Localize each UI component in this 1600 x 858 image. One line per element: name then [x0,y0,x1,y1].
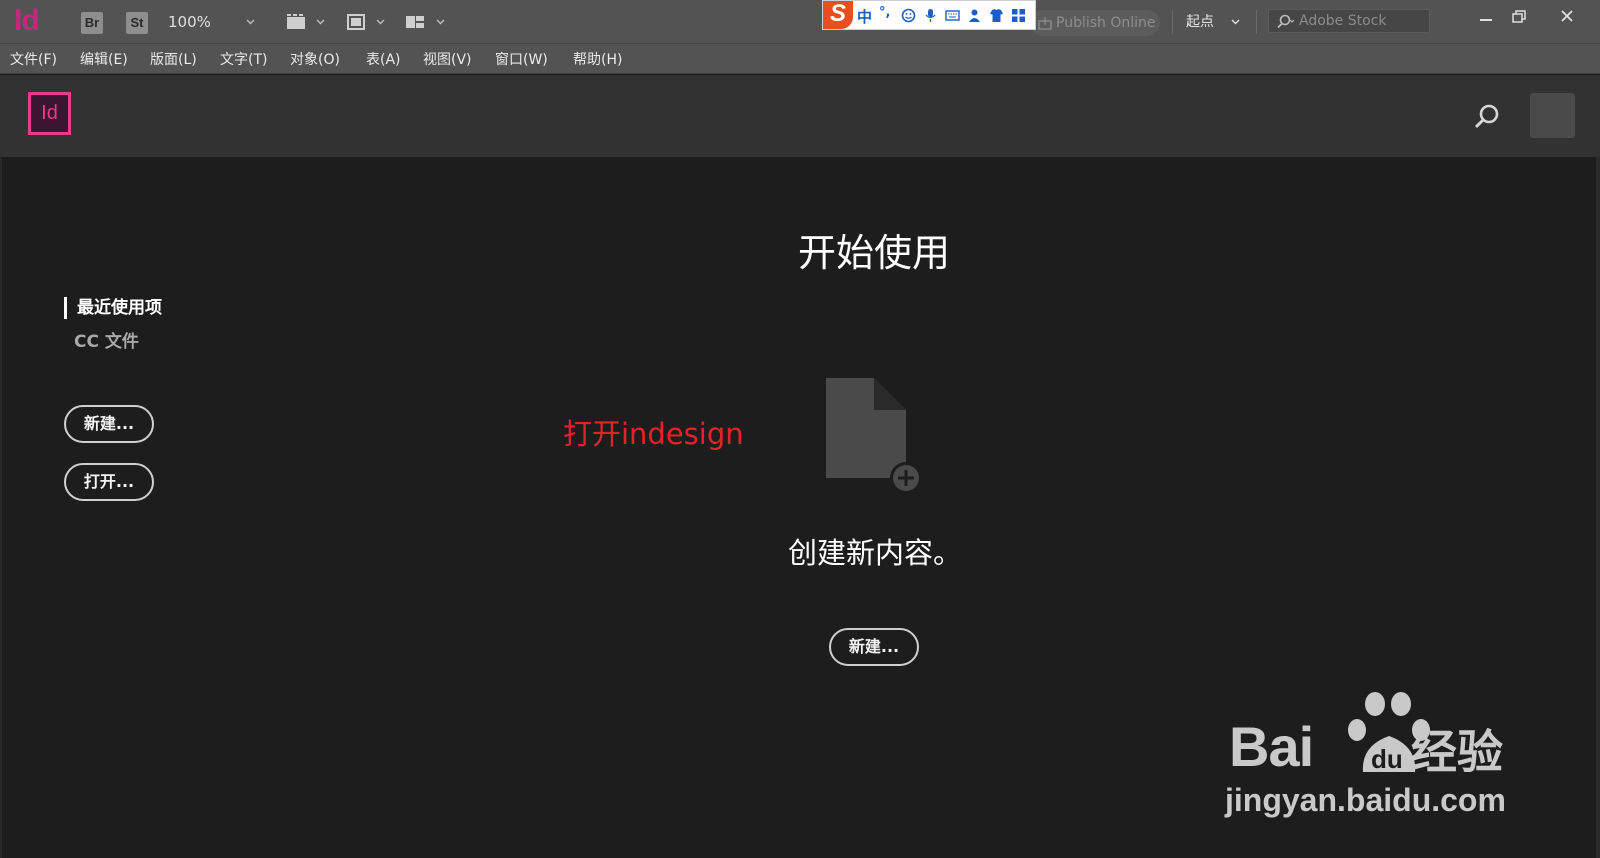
bridge-button[interactable]: Br [81,12,103,34]
zoom-level[interactable]: 100% [168,13,211,31]
close-icon[interactable] [1554,6,1580,28]
ime-chinese-mode[interactable]: 中 [857,6,872,27]
publish-icon [1038,17,1052,30]
ime-toolbox-icon[interactable] [1011,8,1026,23]
menu-view[interactable]: 视图(V) [423,49,472,69]
stock-app-button[interactable]: St [126,12,148,34]
sogou-logo[interactable]: S [823,1,853,29]
menu-edit[interactable]: 编辑(E) [80,49,128,69]
appbar-divider [1256,10,1257,34]
menu-layout[interactable]: 版面(L) [150,49,197,69]
workspace-chevron-down-icon[interactable] [1231,17,1240,26]
nav-cc-files[interactable]: CC 文件 [74,327,139,352]
user-avatar[interactable] [1530,93,1575,138]
window-edge [0,157,2,858]
ime-user-icon[interactable] [967,8,982,23]
menu-bar: 文件(F) 编辑(E) 版面(L) 文字(T) 对象(O) 表(A) 视图(V)… [0,44,1600,74]
indesign-badge: Id [28,92,71,135]
screen-mode-chevron-down-icon[interactable] [376,17,385,26]
screen-mode-icon[interactable] [346,14,366,30]
page-title: 开始使用 [797,231,950,275]
search-icon[interactable] [1470,100,1504,134]
window-edge [1596,157,1600,858]
workspace-switcher[interactable]: 起点 [1186,11,1214,31]
arrange-documents-icon[interactable] [405,14,425,30]
center-new-button[interactable]: 新建... [829,628,919,666]
publish-online-button[interactable]: Publish Online [1030,10,1160,36]
menu-file[interactable]: 文件(F) [10,49,57,69]
baidu-jingyan-watermark: du Bai 经验 jingyan.baidu.com [1225,690,1545,830]
paw-text: du [1371,744,1403,774]
menu-type[interactable]: 文字(T) [220,49,267,69]
annotation-label: 打开indesign [563,417,744,451]
open-document-button[interactable]: 打开... [64,463,154,501]
ime-keyboard-icon[interactable] [945,8,960,23]
adobe-stock-placeholder: Adobe Stock [1299,13,1387,29]
new-document-button[interactable]: 新建... [64,405,154,443]
arrange-documents-chevron-down-icon[interactable] [436,17,445,26]
input-method-toolbar: S 中 °, [822,0,1036,30]
publish-online-label: Publish Online [1056,15,1156,31]
restore-icon[interactable] [1506,6,1532,28]
application-bar: Id Br St 100% Publish Online 起点 Adobe St… [0,0,1600,44]
view-options-chevron-down-icon[interactable] [316,17,325,26]
nav-recent[interactable]: 最近使用项 [64,297,162,319]
menu-help[interactable]: 帮助(H) [573,49,622,69]
minimize-icon[interactable] [1473,6,1499,28]
menu-window[interactable]: 窗口(W) [495,49,548,69]
new-document-icon[interactable] [824,378,922,496]
ime-microphone-icon[interactable] [923,8,938,23]
menu-table[interactable]: 表(A) [366,49,401,69]
watermark-url: jingyan.baidu.com [1225,782,1506,818]
indesign-logo: Id [14,4,40,37]
search-icon [1277,14,1295,29]
ime-skin-icon[interactable] [989,8,1004,23]
ime-emoji-icon[interactable] [901,8,916,23]
appbar-divider [1172,10,1173,34]
menu-object[interactable]: 对象(O) [290,49,340,69]
view-options-icon[interactable] [286,14,306,30]
adobe-stock-search[interactable]: Adobe Stock [1268,9,1430,33]
watermark-jingyan: 经验 [1411,725,1503,779]
home-header: Id [0,75,1600,157]
watermark-bai: Bai [1229,715,1314,778]
zoom-chevron-down-icon[interactable] [246,17,255,26]
ime-punctuation[interactable]: °, [879,5,890,20]
create-new-content-label: 创建新内容。 [787,536,962,570]
